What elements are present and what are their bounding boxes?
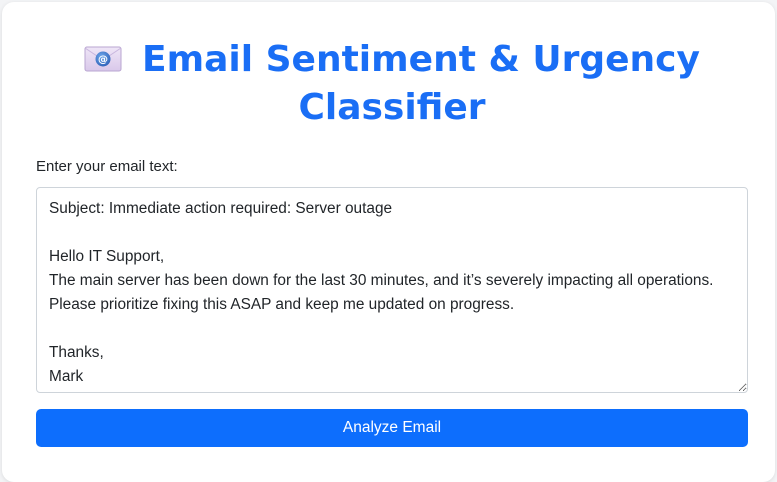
email-text-label: Enter your email text: — [36, 158, 178, 175]
email-envelope-icon: @ — [84, 45, 122, 73]
page-title: @ Email Sentiment & Urgency Classifier — [82, 36, 702, 132]
classifier-card: @ Email Sentiment & Urgency Classifier E… — [2, 2, 775, 482]
page-title-text: Email Sentiment & Urgency Classifier — [142, 39, 700, 128]
email-text-input[interactable]: Subject: Immediate action required: Serv… — [36, 187, 748, 393]
svg-text:@: @ — [98, 55, 108, 66]
analyze-email-button[interactable]: Analyze Email — [36, 409, 748, 447]
